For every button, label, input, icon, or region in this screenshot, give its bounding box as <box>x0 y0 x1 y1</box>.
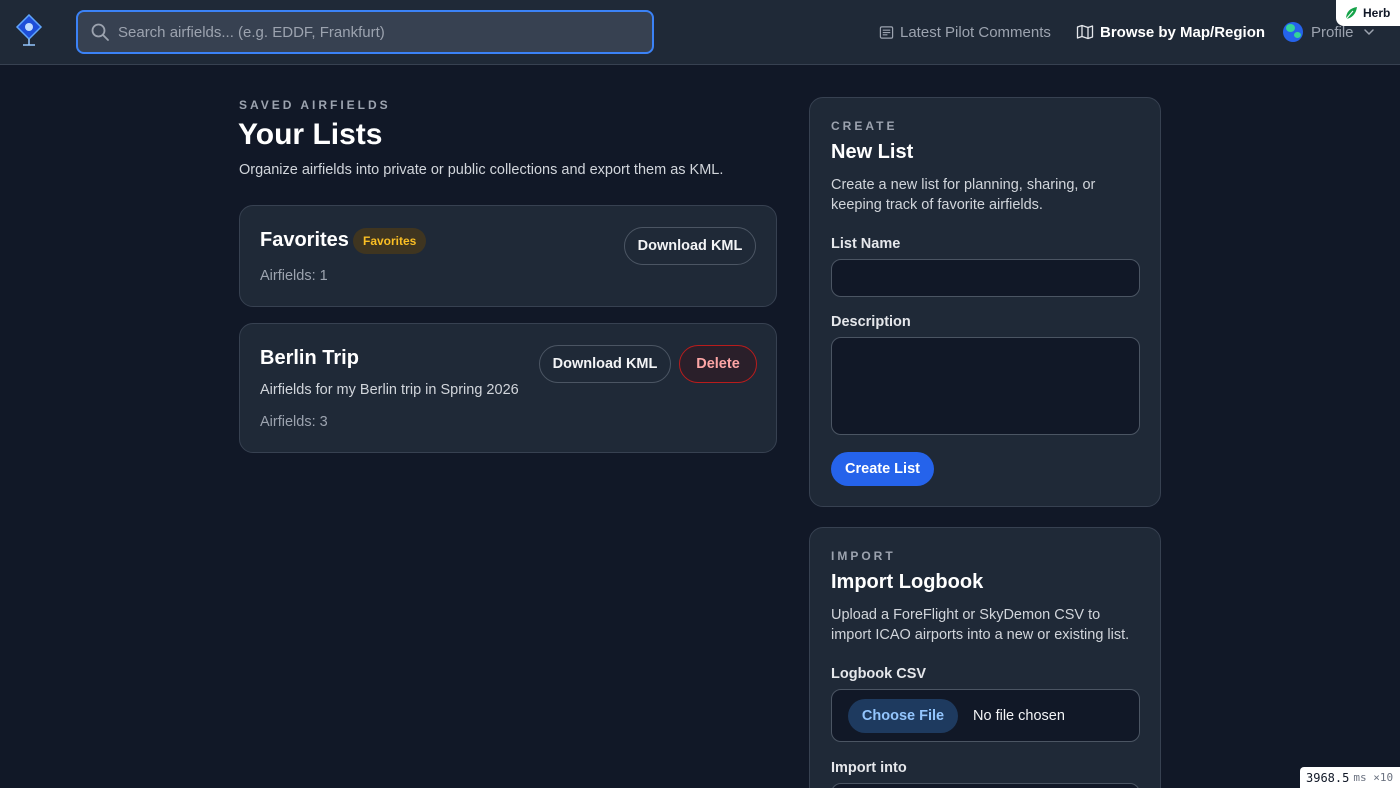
file-input[interactable]: Choose File No file chosen <box>831 689 1140 742</box>
perf-timer: 3968.5 ms ×10 <box>1300 767 1400 788</box>
import-into-select[interactable] <box>831 783 1140 788</box>
download-kml-button[interactable]: Download KML <box>539 345 671 383</box>
list-name-label: List Name <box>831 236 901 252</box>
list-name: Berlin Trip <box>260 347 359 369</box>
nav-profile-label: Profile <box>1311 23 1354 41</box>
create-title: New List <box>831 141 914 163</box>
leaf-icon <box>1345 7 1357 20</box>
page-title: Your Lists <box>238 118 383 151</box>
comments-icon <box>879 25 894 39</box>
import-into-label: Import into <box>831 760 907 776</box>
import-description: Upload a ForeFlight or SkyDemon CSV to i… <box>831 607 1130 643</box>
create-eyebrow: CREATE <box>831 119 898 133</box>
list-name: Favorites <box>260 229 349 251</box>
delete-list-button[interactable]: Delete <box>679 345 757 383</box>
choose-file-button[interactable]: Choose File <box>848 699 958 733</box>
herb-label: Herb <box>1363 6 1391 20</box>
description-textarea[interactable] <box>831 337 1140 435</box>
perf-value: 3968.5 <box>1306 770 1350 785</box>
create-list-button[interactable]: Create List <box>831 452 934 486</box>
logo-icon[interactable] <box>14 14 44 48</box>
file-status: No file chosen <box>973 708 1065 724</box>
page-description: Organize airfields into private or publi… <box>239 162 724 178</box>
list-card-berlin-trip[interactable]: Berlin Trip Airfields for my Berlin trip… <box>239 323 777 453</box>
list-description: Airfields for my Berlin trip in Spring 2… <box>260 382 519 398</box>
logbook-csv-label: Logbook CSV <box>831 666 927 682</box>
search-icon <box>91 23 109 41</box>
nav-browse-by-map[interactable]: Browse by Map/Region <box>1076 0 1265 64</box>
herb-badge[interactable]: Herb <box>1336 0 1400 26</box>
search-input[interactable] <box>110 12 652 52</box>
list-name-input[interactable] <box>831 259 1140 297</box>
avatar <box>1283 22 1303 42</box>
list-airfield-count: Airfields: 3 <box>260 414 328 430</box>
search-box[interactable] <box>76 10 654 54</box>
import-eyebrow: IMPORT <box>831 549 896 563</box>
nav-latest-pilot-comments[interactable]: Latest Pilot Comments <box>879 0 1051 64</box>
chevron-down-icon <box>1363 29 1374 36</box>
download-kml-button[interactable]: Download KML <box>624 227 756 265</box>
section-eyebrow: SAVED AIRFIELDS <box>239 98 391 112</box>
perf-unit: ms ×10 <box>1353 771 1394 784</box>
description-label: Description <box>831 314 911 330</box>
nav-comments-label: Latest Pilot Comments <box>900 23 1051 41</box>
favorites-badge: Favorites <box>353 228 427 254</box>
list-card-favorites[interactable]: Favorites Favorites Airfields: 1 Downloa… <box>239 205 777 307</box>
create-description: Create a new list for planning, sharing,… <box>831 177 1096 213</box>
map-icon <box>1076 24 1094 40</box>
top-bar: Latest Pilot Comments Browse by Map/Regi… <box>0 0 1400 65</box>
nav-map-label: Browse by Map/Region <box>1100 23 1266 41</box>
list-airfield-count: Airfields: 1 <box>260 268 328 284</box>
import-title: Import Logbook <box>831 571 984 593</box>
import-logbook-panel: IMPORT Import Logbook Upload a ForeFligh… <box>809 527 1161 788</box>
create-list-panel: CREATE New List Create a new list for pl… <box>809 97 1161 507</box>
